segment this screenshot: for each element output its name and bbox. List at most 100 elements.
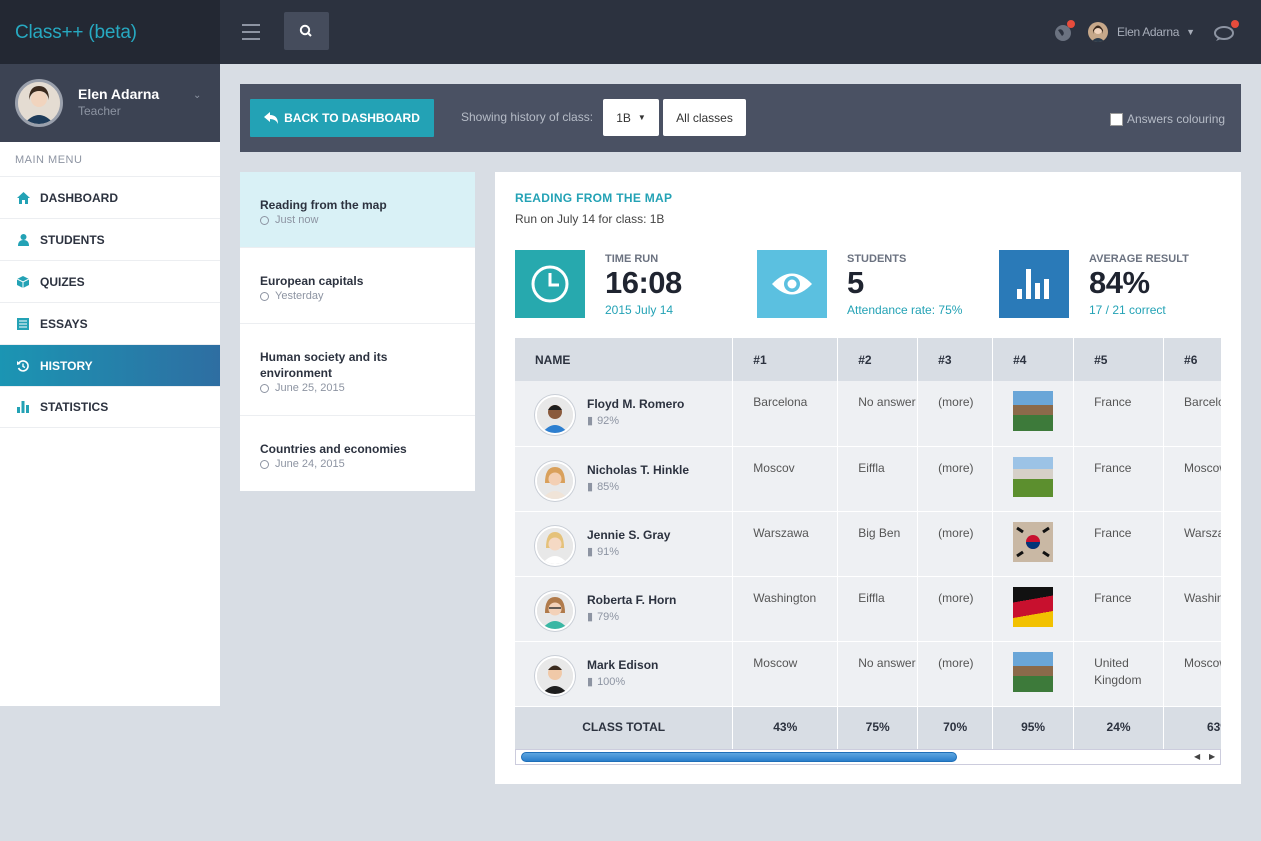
scrollbar-thumb[interactable] (521, 752, 957, 762)
sidebar: MAIN MENU DASHBOARD STUDENTS QUIZES ESSA… (0, 142, 220, 706)
answer-image[interactable] (1013, 391, 1054, 431)
answer-cell: Warszawa (732, 511, 839, 577)
chat-icon[interactable] (1213, 20, 1239, 42)
total-cell: 95% (992, 706, 1075, 750)
bar-chart-icon: ▮ (587, 610, 594, 623)
answer-cell: France (1073, 381, 1165, 447)
sidebar-item-dashboard[interactable]: DASHBOARD (0, 176, 220, 218)
clock-icon (260, 215, 269, 225)
quiz-date: June 25, 2015 (275, 382, 345, 394)
stat-average-result: AVERAGE RESULT 84% 17 / 21 correct (999, 250, 1219, 318)
sidebar-item-students[interactable]: STUDENTS (0, 218, 220, 260)
answer-cell[interactable]: (more) (917, 641, 994, 707)
class-total-row: CLASS TOTAL 43% 75% 70% 95% 24% 63% (515, 706, 1221, 750)
sidebar-item-essays[interactable]: ESSAYS (0, 302, 220, 344)
clock-icon (260, 383, 269, 393)
answer-cell[interactable]: (more) (917, 381, 994, 447)
back-label: BACK TO DASHBOARD (284, 111, 420, 125)
answer-image[interactable] (1013, 456, 1054, 497)
total-cell: 24% (1073, 706, 1165, 750)
results-table-wrapper[interactable]: NAME #1 #2 #3 #4 #5 #6 Floyd M. Romero ▮ 9… (515, 338, 1221, 768)
list-item[interactable]: European capitals Yesterday (240, 248, 475, 324)
answers-colouring-toggle[interactable]: Answers colouring (1110, 112, 1225, 126)
avatar (15, 79, 63, 127)
scroll-left-icon[interactable]: ◀ (1194, 752, 1200, 761)
top-bar: Elen Adarna ▼ (220, 0, 1261, 64)
app-title[interactable]: Class++ (beta) (15, 22, 137, 44)
notification-dot (1231, 20, 1239, 28)
list-item[interactable]: Countries and economies June 24, 2015 (240, 416, 475, 491)
sidebar-item-quizes[interactable]: QUIZES (0, 260, 220, 302)
student-name: Jennie S. Gray (587, 527, 671, 542)
class-select[interactable]: 1B ▼ (603, 99, 659, 136)
answer-cell: No answer (837, 641, 919, 707)
answer-cell[interactable]: (more) (917, 511, 994, 577)
quiz-history-list: Reading from the map Just now European c… (240, 172, 475, 491)
back-to-dashboard-button[interactable]: BACK TO DASHBOARD (250, 99, 434, 137)
answer-cell: France (1073, 511, 1165, 577)
table-row[interactable]: Floyd M. Romero ▮ 92% Barcelona No answer … (515, 381, 1221, 447)
answer-cell: Barcelona (1163, 381, 1221, 447)
notification-dot (1067, 20, 1075, 28)
student-score: 79% (597, 610, 620, 623)
stat-sub: 2015 July 14 (605, 303, 674, 317)
stat-value: 84% (1089, 265, 1150, 300)
student-name: Floyd M. Romero (587, 397, 685, 411)
chevron-down-icon[interactable]: ⌄ (193, 90, 201, 101)
answer-cell[interactable]: (more) (917, 576, 994, 642)
search-button[interactable] (284, 12, 329, 50)
student-score: 100% (597, 675, 626, 688)
stat-label: AVERAGE RESULT (1089, 253, 1189, 265)
answer-cell: Moscow (1163, 446, 1221, 512)
answer-image[interactable] (1013, 586, 1054, 627)
avatar (535, 655, 575, 696)
reply-arrow-icon (264, 112, 279, 124)
scroll-right-icon[interactable]: ▶ (1209, 752, 1215, 761)
header-q6: #6 (1163, 338, 1221, 381)
answers-colouring-label: Answers colouring (1127, 112, 1226, 126)
table-row[interactable]: Roberta F. Horn ▮ 79% Washington Eiffla (m… (515, 576, 1221, 642)
stat-sub: Attendance rate: 75% (847, 303, 963, 317)
table-row[interactable]: Jennie S. Gray ▮ 91% Warszawa Big Ben (mor… (515, 511, 1221, 577)
table-row[interactable]: Mark Edison ▮ 100% Moscow No answer (more)… (515, 641, 1221, 707)
answer-cell: No answer (837, 381, 919, 447)
avatar (1088, 22, 1108, 42)
stat-value: 5 (847, 265, 864, 300)
all-classes-button[interactable]: All classes (663, 99, 746, 136)
list-item[interactable]: Reading from the map Just now (240, 172, 475, 248)
search-icon (299, 24, 312, 37)
answer-cell: Big Ben (837, 511, 919, 577)
quiz-detail-panel: READING FROM THE MAP Run on July 14 for … (495, 172, 1241, 784)
header-q4: #4 (992, 338, 1075, 381)
quiz-date: June 24, 2015 (275, 458, 345, 470)
user-menu[interactable]: Elen Adarna ▼ (1088, 22, 1195, 42)
header-name: NAME (515, 338, 734, 381)
answer-cell: Moscov (732, 446, 839, 512)
stat-time-run: TIME RUN 16:08 2015 July 14 (515, 250, 735, 318)
answer-cell: France (1073, 446, 1165, 512)
answer-cell[interactable]: (more) (917, 446, 994, 512)
answer-cell: Moscow (1163, 641, 1221, 707)
class-total-label: CLASS TOTAL (515, 706, 734, 750)
horizontal-scrollbar[interactable]: ◀ ▶ (515, 749, 1221, 765)
answers-colouring-checkbox[interactable] (1110, 112, 1123, 126)
quiz-title: Human society and its environment (260, 350, 388, 380)
sidebar-item-history[interactable]: HISTORY (0, 344, 220, 386)
bar-chart-icon (999, 250, 1069, 318)
answer-image[interactable] (1013, 521, 1054, 562)
bar-chart-icon: ▮ (587, 480, 594, 493)
student-name: Nicholas T. Hinkle (587, 462, 690, 477)
table-row[interactable]: Nicholas T. Hinkle ▮ 85% Moscov Eiffla (mo… (515, 446, 1221, 512)
bar-chart-icon: ▮ (587, 415, 594, 427)
quiz-title: Reading from the map (260, 198, 387, 212)
list-item[interactable]: Human society and its environment June 2… (240, 324, 475, 416)
globe-notification-icon[interactable] (1053, 20, 1075, 42)
answer-cell: France (1073, 576, 1165, 642)
answer-image[interactable] (1013, 651, 1054, 692)
profile-panel[interactable]: Elen Adarna Teacher ⌄ (0, 64, 220, 142)
hamburger-menu-icon[interactable] (242, 24, 260, 40)
student-score: 91% (597, 545, 620, 558)
main-menu-title: MAIN MENU (15, 154, 83, 166)
stat-label: TIME RUN (605, 253, 659, 265)
sidebar-item-statistics[interactable]: STATISTICS (0, 386, 220, 428)
